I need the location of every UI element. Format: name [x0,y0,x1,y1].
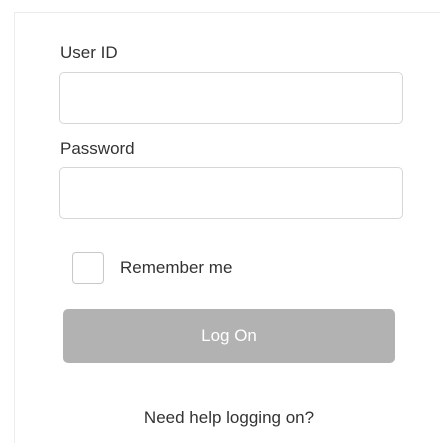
remember-me-checkbox[interactable] [72,252,104,284]
help-logging-on-link[interactable]: Need help logging on? [0,408,440,428]
remember-me-label: Remember me [120,258,233,277]
remember-me-option[interactable]: Remember me [72,252,232,284]
password-label: Password [60,139,135,158]
userid-label: User ID [60,43,118,62]
log-on-button[interactable]: Log On [63,309,395,363]
userid-field[interactable] [59,72,403,124]
password-field[interactable] [59,167,403,219]
